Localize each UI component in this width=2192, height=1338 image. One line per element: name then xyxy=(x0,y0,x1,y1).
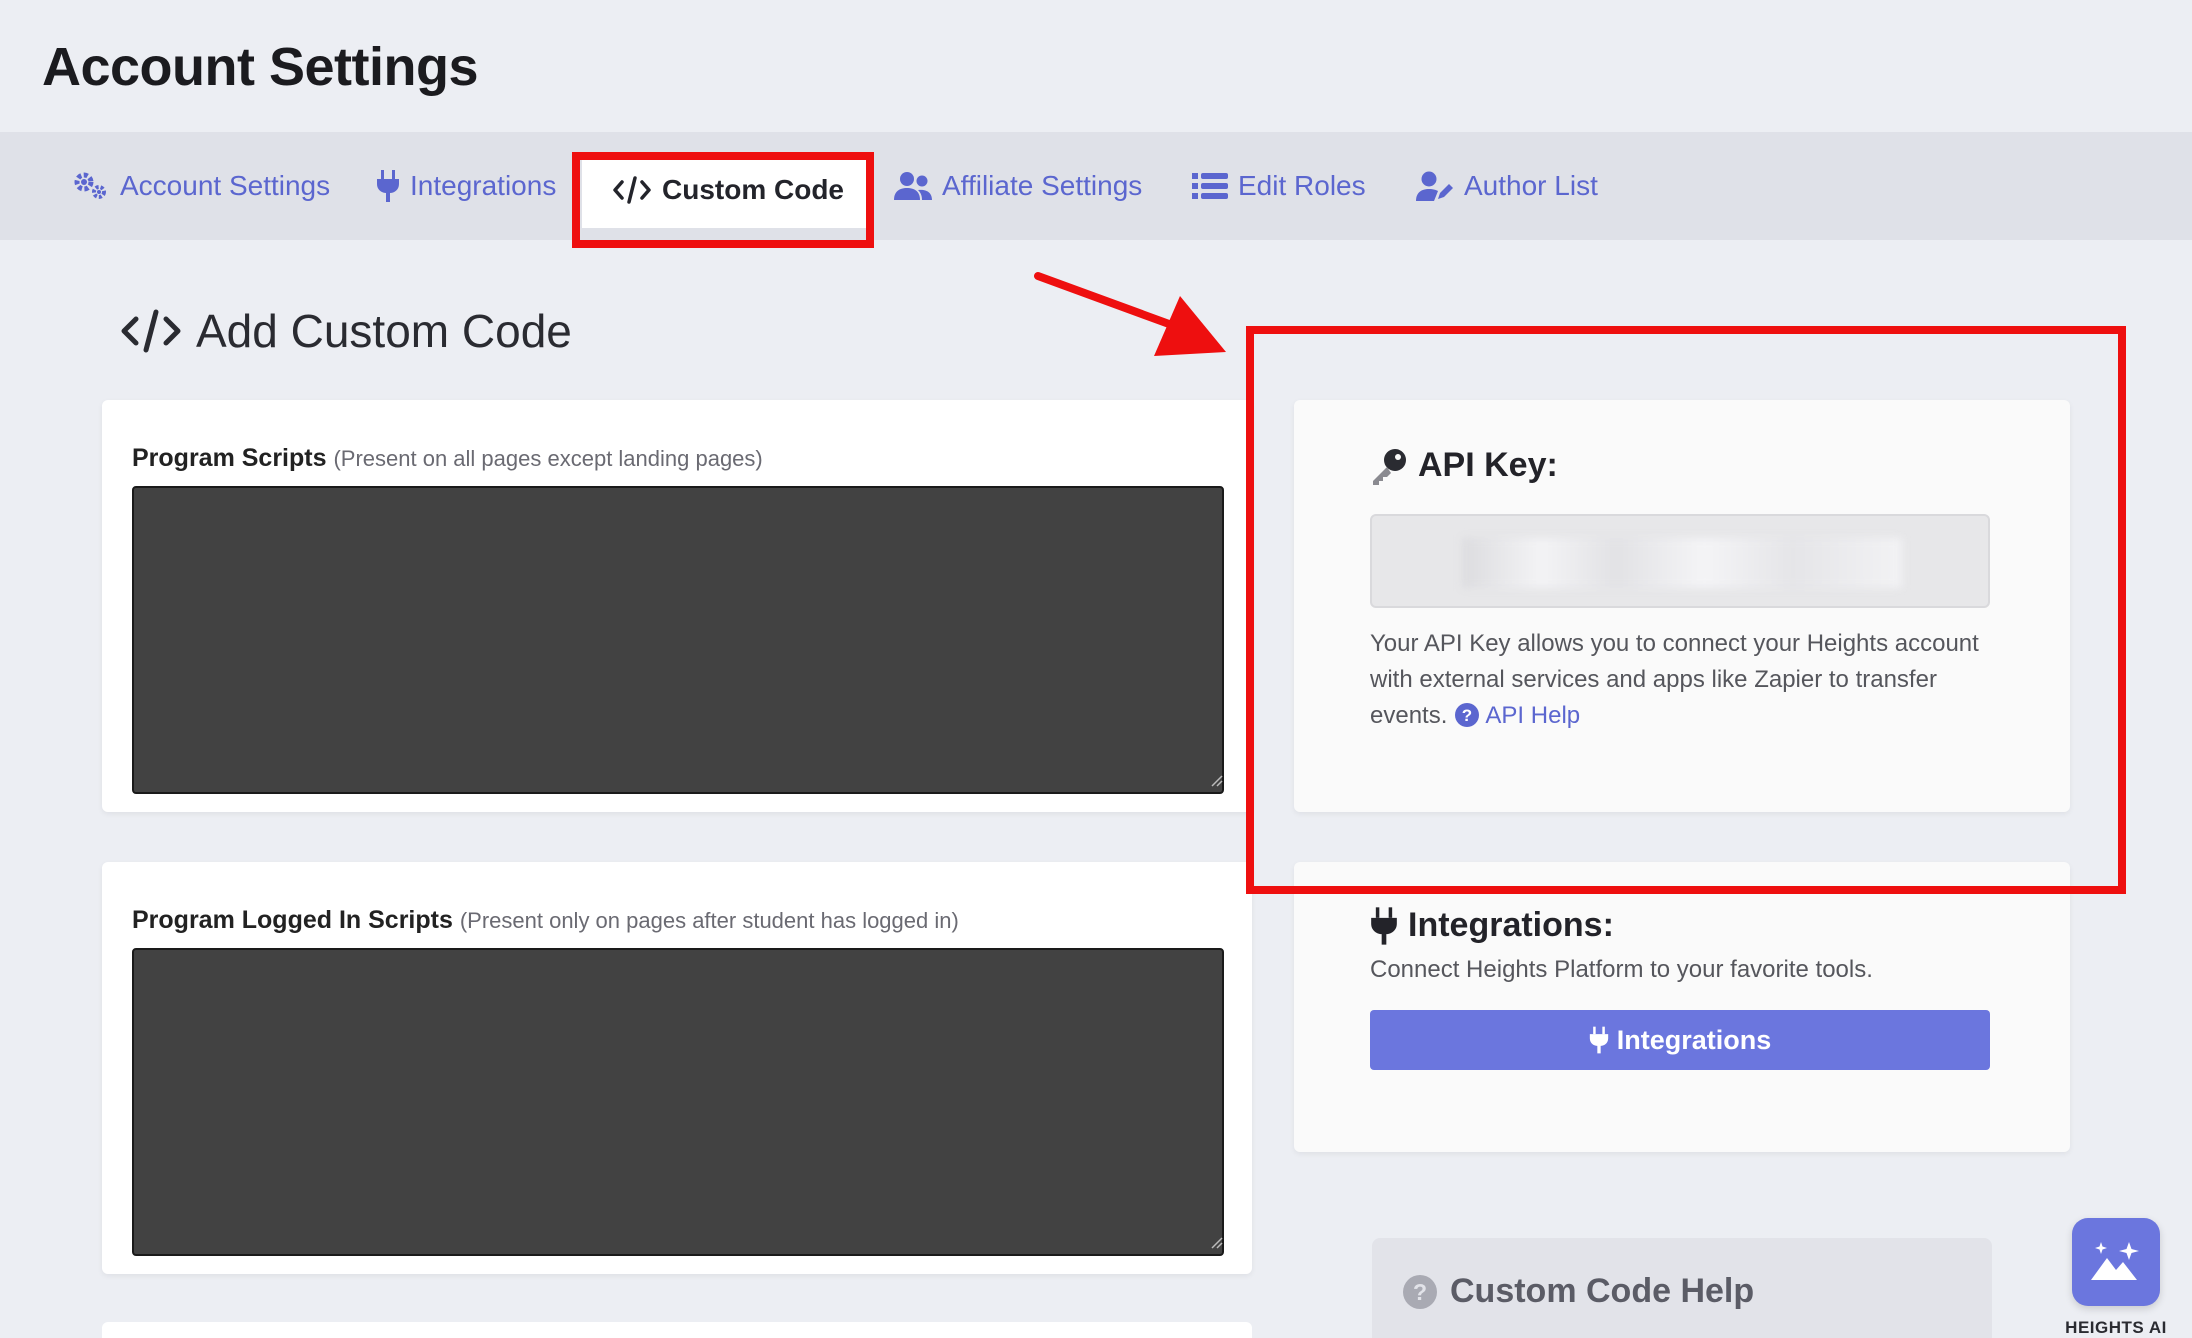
user-edit-icon xyxy=(1416,171,1453,201)
tab-integrations[interactable]: Integrations xyxy=(376,132,556,240)
integrations-card: Integrations: Connect Heights Platform t… xyxy=(1294,862,2070,1152)
heights-ai-label: HEIGHTS AI xyxy=(2065,1318,2167,1337)
svg-text:?: ? xyxy=(1462,706,1472,725)
custom-code-help-heading: ? Custom Code Help xyxy=(1402,1272,1754,1311)
field-label-hint: (Present on all pages except landing pag… xyxy=(333,446,763,471)
api-key-description: Your API Key allows you to connect your … xyxy=(1370,626,2010,734)
tab-affiliate-settings[interactable]: Affiliate Settings xyxy=(894,132,1142,240)
api-help-link-text: API Help xyxy=(1485,702,1581,729)
users-icon xyxy=(894,172,932,200)
code-icon xyxy=(613,176,651,204)
plug-icon xyxy=(1589,1026,1608,1054)
api-key-heading-text: API Key: xyxy=(1418,446,1558,484)
integrations-heading-text: Integrations: xyxy=(1408,906,1614,944)
api-key-card: API Key: Your API Key allows you to conn… xyxy=(1294,400,2070,812)
next-card-edge xyxy=(102,1322,1252,1338)
page-title: Account Settings xyxy=(42,37,479,97)
integrations-button-label: Integrations xyxy=(1616,1024,1772,1055)
tab-label: Author List xyxy=(1464,170,1598,201)
gears-icon xyxy=(74,172,106,199)
field-label-hint: (Present only on pages after student has… xyxy=(459,908,959,933)
svg-text:?: ? xyxy=(1413,1279,1427,1305)
resize-grip-icon[interactable] xyxy=(1208,772,1224,788)
integrations-heading: Integrations: xyxy=(1370,906,1614,945)
resize-grip-icon[interactable] xyxy=(1208,1234,1224,1250)
tab-custom-code[interactable]: Custom Code xyxy=(582,152,874,228)
api-key-field[interactable] xyxy=(1370,514,1990,608)
tab-label: Custom Code xyxy=(662,174,844,205)
field-label-title: Program Scripts xyxy=(132,444,327,472)
list-icon xyxy=(1192,173,1228,199)
logged-in-scripts-label: Program Logged In Scripts (Present only … xyxy=(132,906,959,935)
api-key-value-blurred xyxy=(1462,538,1902,588)
tab-account-settings[interactable]: Account Settings xyxy=(72,132,330,240)
section-title-text: Add Custom Code xyxy=(196,305,572,357)
logged-in-scripts-card: Program Logged In Scripts (Present only … xyxy=(102,862,1252,1274)
plug-icon xyxy=(1371,906,1397,945)
custom-code-help-text: Custom Code Help xyxy=(1450,1272,1755,1310)
tab-edit-roles[interactable]: Edit Roles xyxy=(1192,132,1366,240)
code-icon xyxy=(121,309,181,353)
tab-label: Account Settings xyxy=(120,170,331,201)
api-key-heading: API Key: xyxy=(1370,446,1558,485)
plug-icon xyxy=(377,170,399,202)
tab-label: Integrations xyxy=(410,170,557,201)
sparkle-mountain-icon xyxy=(2091,1242,2139,1280)
section-title: Add Custom Code xyxy=(120,304,572,358)
program-scripts-card: Program Scripts (Present on all pages ex… xyxy=(102,400,1252,812)
custom-code-help-card[interactable]: ? Custom Code Help xyxy=(1372,1238,1992,1338)
question-circle-icon: ? xyxy=(1455,703,1480,727)
tab-label: Affiliate Settings xyxy=(942,170,1143,201)
key-icon xyxy=(1373,448,1406,485)
tab-author-list[interactable]: Author List xyxy=(1416,132,1598,240)
logged-in-scripts-textarea[interactable] xyxy=(132,948,1224,1256)
annotation-arrow-icon xyxy=(1034,272,1226,356)
api-help-link[interactable]: ? API Help xyxy=(1454,702,1580,729)
tab-label: Edit Roles xyxy=(1238,170,1366,201)
field-label-title: Program Logged In Scripts xyxy=(132,906,453,934)
program-scripts-textarea[interactable] xyxy=(132,486,1224,794)
integrations-button[interactable]: Integrations xyxy=(1370,1010,1990,1070)
heights-ai-button[interactable] xyxy=(2072,1218,2160,1306)
integrations-subtitle: Connect Heights Platform to your favorit… xyxy=(1370,956,1873,983)
program-scripts-label: Program Scripts (Present on all pages ex… xyxy=(132,444,763,473)
question-circle-icon: ? xyxy=(1403,1274,1437,1309)
tab-bar: Account Settings Integrations Custom Cod… xyxy=(0,132,2192,240)
